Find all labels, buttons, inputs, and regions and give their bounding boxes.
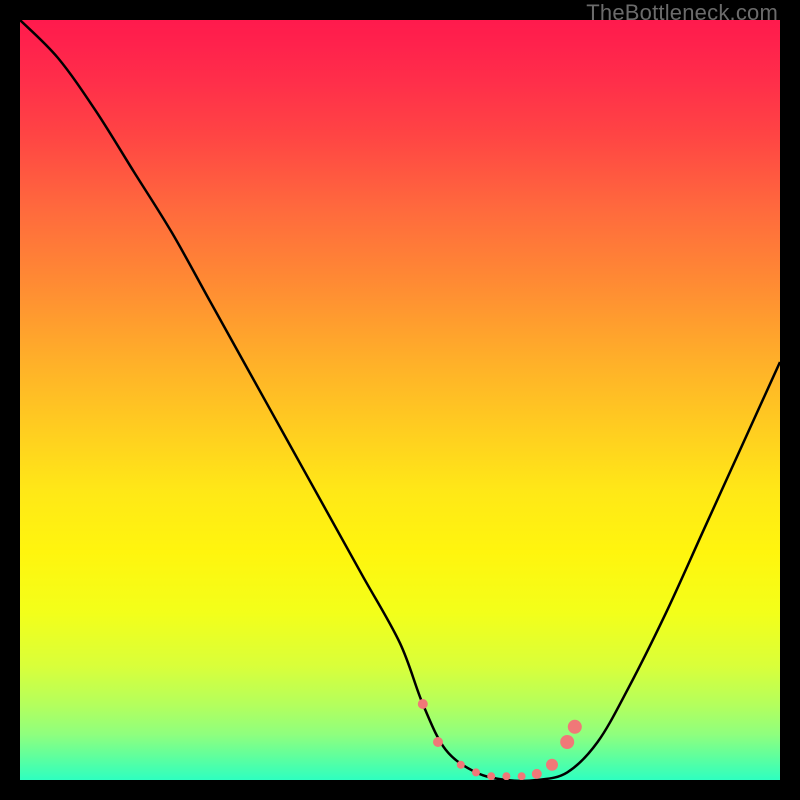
data-point (518, 772, 526, 780)
data-point (560, 735, 574, 749)
chart-container: TheBottleneck.com (0, 0, 800, 800)
data-point (532, 769, 542, 779)
data-point (487, 772, 495, 780)
data-point (472, 768, 480, 776)
chart-svg (20, 20, 780, 780)
data-point (546, 759, 558, 771)
data-point (433, 737, 443, 747)
data-point (568, 720, 582, 734)
watermark-text: TheBottleneck.com (586, 0, 778, 26)
data-points (418, 699, 582, 780)
bottleneck-curve (20, 20, 780, 780)
data-point (418, 699, 428, 709)
plot-area (20, 20, 780, 780)
data-point (502, 772, 510, 780)
data-point (457, 761, 465, 769)
